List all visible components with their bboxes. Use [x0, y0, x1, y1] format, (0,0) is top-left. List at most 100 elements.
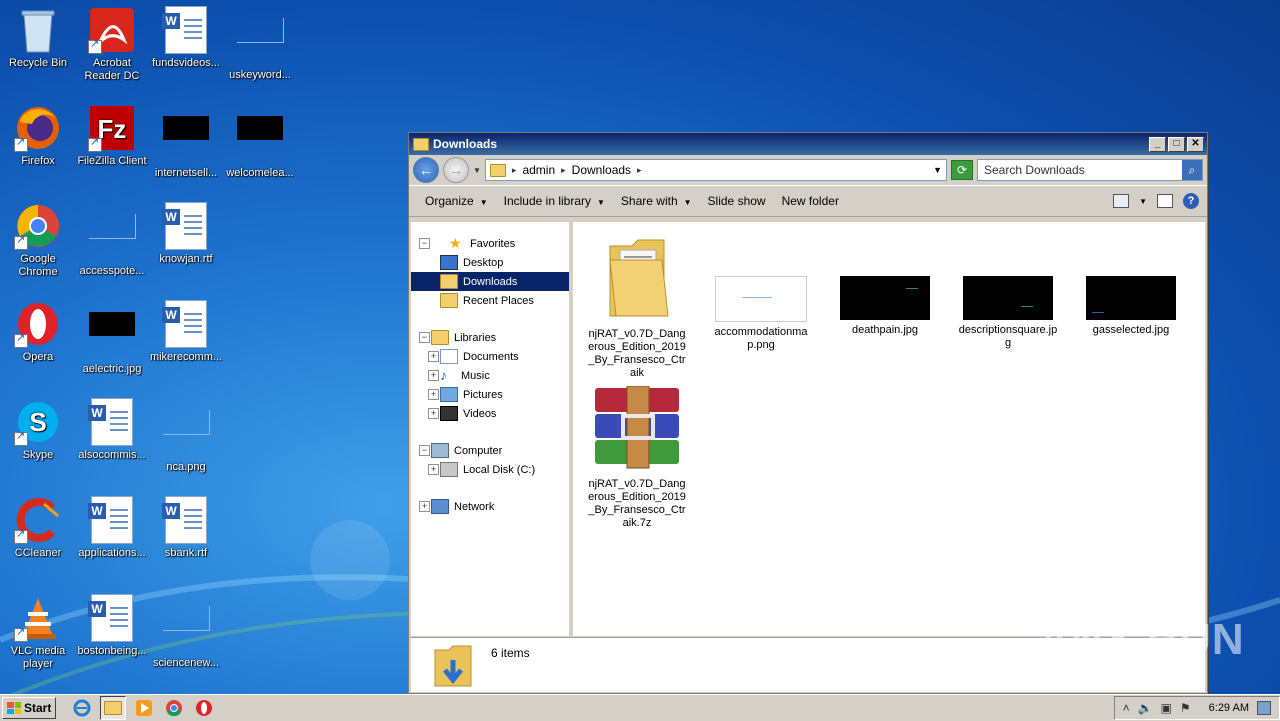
volume-icon[interactable]: 🔈: [1138, 701, 1153, 715]
close-button[interactable]: ✕: [1187, 136, 1204, 152]
nav-downloads[interactable]: Downloads: [411, 272, 569, 291]
desktop-icon-mikerecomm[interactable]: W mikerecomm...: [148, 300, 224, 364]
nav-favorites[interactable]: − ★ Favorites: [411, 234, 569, 253]
file-item-njrat-folder[interactable]: njRAT_v0.7D_Dangerous_Edition_2019_By_Fr…: [587, 230, 687, 380]
desktop-icon-firefox[interactable]: Firefox: [0, 104, 76, 168]
expand-icon[interactable]: +: [428, 370, 439, 381]
collapse-icon[interactable]: −: [419, 445, 430, 456]
nav-music[interactable]: + ♪ Music: [411, 366, 569, 385]
nav-desktop[interactable]: Desktop: [411, 253, 569, 272]
desktop-icon-aelectric[interactable]: aelectric.jpg: [74, 300, 150, 376]
desktop-icon-bostonbeing[interactable]: W bostonbeing...: [74, 594, 150, 658]
share-with-button[interactable]: Share with ▼: [613, 194, 700, 208]
search-input[interactable]: Search Downloads ⌕: [977, 159, 1203, 181]
nav-recent-places[interactable]: Recent Places: [411, 291, 569, 310]
file-item-gasselected[interactable]: gasselected.jpg: [1081, 268, 1181, 337]
desktop-icon-vlc[interactable]: VLC media player: [0, 594, 76, 671]
desktop-icon-chrome[interactable]: Google Chrome: [0, 202, 76, 279]
desktop-icon-applications[interactable]: W applications...: [74, 496, 150, 560]
file-item-njrat-7z[interactable]: njRAT_v0.7D_Dangerous_Edition_2019_By_Fr…: [587, 385, 687, 530]
nav-documents[interactable]: + Documents: [411, 347, 569, 366]
image-thumbnail-icon: [715, 276, 807, 322]
expand-icon[interactable]: +: [428, 351, 439, 362]
desktop-icon-nca[interactable]: nca.png: [148, 398, 224, 474]
nav-computer[interactable]: − Computer: [411, 441, 569, 460]
help-icon[interactable]: ?: [1183, 193, 1199, 209]
expand-icon[interactable]: +: [428, 389, 439, 400]
collapse-icon[interactable]: −: [419, 332, 430, 343]
word-document-icon: W: [162, 202, 207, 250]
chevron-right-icon[interactable]: ▸: [512, 165, 517, 176]
minimize-button[interactable]: _: [1149, 136, 1166, 152]
opera-icon: [14, 300, 62, 348]
desktop-icon-sciencenew[interactable]: sciencenew...: [148, 594, 224, 670]
taskbar-explorer[interactable]: [100, 696, 127, 720]
image-thumbnail-icon: [237, 116, 283, 140]
chevron-right-icon[interactable]: ▸: [561, 165, 566, 176]
address-bar[interactable]: ▸ admin ▸ Downloads ▸ ▼: [484, 159, 947, 181]
desktop-icon-opera[interactable]: Opera: [0, 300, 76, 364]
search-icon[interactable]: ⌕: [1182, 160, 1202, 180]
new-folder-button[interactable]: New folder: [774, 194, 847, 208]
history-dropdown-icon[interactable]: ▼: [473, 166, 481, 175]
preview-pane-icon[interactable]: [1157, 194, 1173, 208]
maximize-button[interactable]: □: [1168, 136, 1185, 152]
expand-icon[interactable]: +: [419, 501, 430, 512]
organize-button[interactable]: Organize ▼: [417, 194, 496, 208]
file-item-descriptionsquare[interactable]: descriptionsquare.jpg: [958, 268, 1058, 350]
taskbar-chrome[interactable]: [162, 697, 186, 719]
filezilla-icon: Fz: [88, 104, 136, 152]
change-view-icon[interactable]: [1113, 194, 1130, 208]
desktop-icon-filezilla[interactable]: Fz FileZilla Client: [74, 104, 150, 168]
back-button[interactable]: ←: [413, 157, 439, 183]
clock[interactable]: 6:29 AM: [1209, 702, 1249, 714]
media-player-icon: [136, 700, 153, 716]
refresh-button[interactable]: ⟳: [951, 160, 973, 180]
breadcrumb-downloads[interactable]: Downloads: [572, 163, 631, 177]
nav-libraries[interactable]: − Libraries: [411, 328, 569, 347]
desktop-icon-sbank[interactable]: W sbank.rtf: [148, 496, 224, 560]
desktop-icon-alsocommis[interactable]: W alsocommis...: [74, 398, 150, 462]
desktop-icon-fundsvideos[interactable]: W fundsvideos...: [148, 6, 224, 70]
image-thumbnail-icon: [840, 276, 930, 320]
breadcrumb-admin[interactable]: admin: [522, 163, 555, 177]
address-dropdown-icon[interactable]: ▼: [933, 165, 942, 175]
file-item-deathpain[interactable]: deathpain.jpg: [835, 268, 935, 337]
recent-places-icon: [440, 293, 458, 308]
slide-show-button[interactable]: Slide show: [700, 194, 774, 208]
nav-videos[interactable]: + Videos: [411, 404, 569, 423]
nav-local-disk[interactable]: + Local Disk (C:): [411, 460, 569, 479]
show-desktop-button[interactable]: [1257, 701, 1271, 715]
taskbar-opera[interactable]: [192, 697, 216, 719]
start-button[interactable]: Start: [2, 697, 57, 719]
acrobat-icon: [88, 6, 136, 54]
desktop-icon-ccleaner[interactable]: CCleaner: [0, 496, 76, 560]
expand-icon[interactable]: +: [428, 464, 439, 475]
desktop-icon-recycle-bin[interactable]: Recycle Bin: [0, 6, 76, 70]
view-dropdown-icon[interactable]: ▼: [1139, 197, 1147, 206]
desktop-icon-uskeyword[interactable]: uskeyword...: [222, 6, 298, 82]
expand-icon[interactable]: +: [428, 408, 439, 419]
forward-button[interactable]: →: [443, 157, 469, 183]
desktop-icon-acrobat[interactable]: Acrobat Reader DC: [74, 6, 150, 83]
nav-pictures[interactable]: + Pictures: [411, 385, 569, 404]
network-icon: [431, 499, 449, 514]
window-titlebar[interactable]: Downloads _ □ ✕: [409, 133, 1207, 155]
folder-icon: [413, 137, 429, 151]
include-in-library-button[interactable]: Include in library ▼: [496, 194, 613, 208]
desktop-icon-knowjan[interactable]: W knowjan.rtf: [148, 202, 224, 266]
chevron-right-icon[interactable]: ▸: [637, 165, 642, 176]
network-tray-icon[interactable]: ▣: [1161, 701, 1172, 715]
file-item-accommodationmap[interactable]: accommodationmap.png: [711, 268, 811, 352]
desktop-icon-internetsell[interactable]: internetsell...: [148, 104, 224, 180]
collapse-icon[interactable]: −: [419, 238, 430, 249]
desktop-icon-welcomelea[interactable]: welcomelea...: [222, 104, 298, 180]
taskbar-media-player[interactable]: [132, 697, 156, 719]
show-hidden-icons-icon[interactable]: ˄: [1123, 701, 1130, 715]
explorer-window[interactable]: Downloads _ □ ✕ ← → ▼ ▸ admin ▸ Download…: [408, 132, 1208, 694]
desktop-icon-accesspote[interactable]: accesspote...: [74, 202, 150, 278]
taskbar-internet-explorer[interactable]: [70, 697, 94, 719]
nav-network[interactable]: + Network: [411, 497, 569, 516]
desktop-icon-skype[interactable]: S Skype: [0, 398, 76, 462]
action-center-flag-icon[interactable]: ⚑: [1180, 701, 1191, 715]
